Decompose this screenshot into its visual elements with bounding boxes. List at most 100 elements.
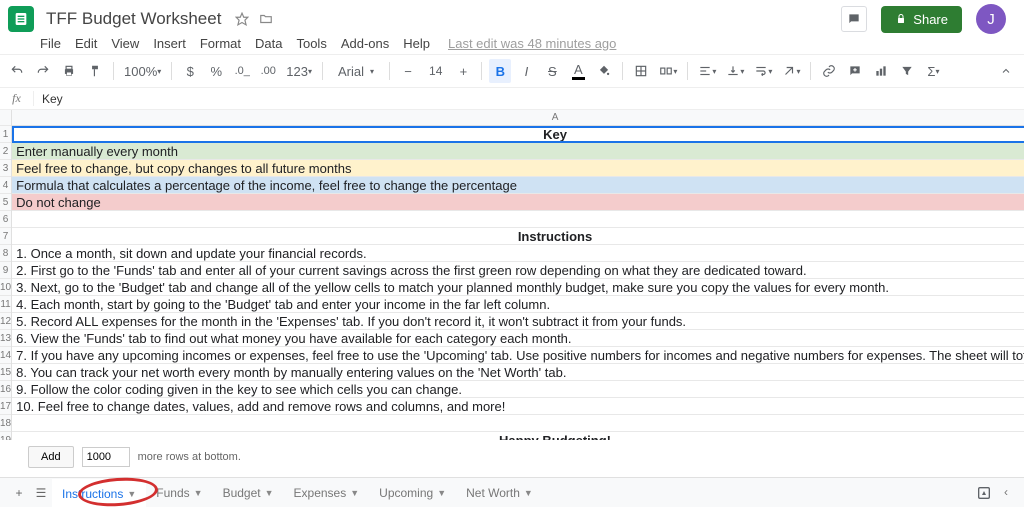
- sheet-tab-instructions[interactable]: Instructions▼: [52, 479, 146, 507]
- row-header[interactable]: 18: [0, 415, 11, 432]
- explore-button[interactable]: [976, 485, 992, 501]
- sheet-tab-budget[interactable]: Budget▼: [213, 479, 284, 507]
- functions-button[interactable]: Σ▾: [922, 59, 944, 83]
- row-header[interactable]: 5: [0, 194, 11, 211]
- row-header[interactable]: 16: [0, 381, 11, 398]
- row-header[interactable]: 7: [0, 228, 11, 245]
- sheet-tab-upcoming[interactable]: Upcoming▼: [369, 479, 456, 507]
- horizontal-align-button[interactable]: ▾: [695, 59, 719, 83]
- number-format-select[interactable]: 123▾: [283, 59, 315, 83]
- font-size-decrease[interactable]: −: [397, 59, 419, 83]
- menu-view[interactable]: View: [111, 36, 139, 51]
- sheet-tab-expenses[interactable]: Expenses▼: [284, 479, 370, 507]
- increase-decimal-button[interactable]: .00: [257, 59, 279, 83]
- cell[interactable]: 9. Follow the color coding given in the …: [12, 381, 1024, 398]
- cell[interactable]: [12, 211, 1024, 228]
- fill-color-button[interactable]: [593, 59, 615, 83]
- sheets-logo[interactable]: [8, 6, 34, 32]
- paint-format-button[interactable]: [84, 59, 106, 83]
- font-size-input[interactable]: 14: [423, 59, 448, 83]
- cell[interactable]: Enter manually every month: [12, 143, 1024, 160]
- menu-edit[interactable]: Edit: [75, 36, 97, 51]
- star-icon[interactable]: [235, 12, 249, 26]
- cell[interactable]: Feel free to change, but copy changes to…: [12, 160, 1024, 177]
- font-size-increase[interactable]: +: [452, 59, 474, 83]
- cell[interactable]: 2. First go to the 'Funds' tab and enter…: [12, 262, 1024, 279]
- comments-button[interactable]: [841, 6, 867, 32]
- row-header[interactable]: 10: [0, 279, 11, 296]
- insert-link-button[interactable]: [818, 59, 840, 83]
- undo-button[interactable]: [6, 59, 28, 83]
- toolbar-overflow-button[interactable]: [996, 59, 1018, 83]
- cell[interactable]: Key: [12, 126, 1024, 143]
- insert-comment-button[interactable]: [844, 59, 866, 83]
- cell[interactable]: [12, 415, 1024, 432]
- print-button[interactable]: [58, 59, 80, 83]
- menu-add-ons[interactable]: Add-ons: [341, 36, 389, 51]
- all-sheets-button[interactable]: ☰: [30, 486, 52, 500]
- decrease-decimal-button[interactable]: .0_: [231, 59, 253, 83]
- insert-chart-button[interactable]: [870, 59, 892, 83]
- cell[interactable]: Do not change: [12, 194, 1024, 211]
- row-header[interactable]: 3: [0, 160, 11, 177]
- zoom-select[interactable]: 100% ▾: [121, 59, 164, 83]
- text-wrap-button[interactable]: ▾: [751, 59, 775, 83]
- cell[interactable]: Happy Budgeting!: [12, 432, 1024, 440]
- bold-button[interactable]: B: [489, 59, 511, 83]
- row-header[interactable]: 13: [0, 330, 11, 347]
- strikethrough-button[interactable]: S: [541, 59, 563, 83]
- row-header[interactable]: 12: [0, 313, 11, 330]
- row-header[interactable]: 9: [0, 262, 11, 279]
- account-avatar[interactable]: J: [976, 4, 1006, 34]
- menu-file[interactable]: File: [40, 36, 61, 51]
- share-button[interactable]: Share: [881, 6, 962, 33]
- add-sheet-button[interactable]: +: [8, 486, 30, 500]
- add-rows-count-input[interactable]: [82, 447, 130, 467]
- currency-button[interactable]: $: [179, 59, 201, 83]
- cell[interactable]: 4. Each month, start by going to the 'Bu…: [12, 296, 1024, 313]
- row-header[interactable]: 17: [0, 398, 11, 415]
- cell[interactable]: 1. Once a month, sit down and update you…: [12, 245, 1024, 262]
- vertical-align-button[interactable]: ▾: [723, 59, 747, 83]
- row-header[interactable]: 19: [0, 432, 11, 440]
- menu-tools[interactable]: Tools: [296, 36, 326, 51]
- tabs-scroll-left-button[interactable]: ‹: [1004, 485, 1008, 501]
- cell[interactable]: 8. You can track your net worth every mo…: [12, 364, 1024, 381]
- row-header[interactable]: 15: [0, 364, 11, 381]
- cell[interactable]: 6. View the 'Funds' tab to find out what…: [12, 330, 1024, 347]
- row-header[interactable]: 11: [0, 296, 11, 313]
- cell[interactable]: 5. Record ALL expenses for the month in …: [12, 313, 1024, 330]
- cell[interactable]: 7. If you have any upcoming incomes or e…: [12, 347, 1024, 364]
- menu-help[interactable]: Help: [403, 36, 430, 51]
- cell[interactable]: Instructions: [12, 228, 1024, 245]
- row-header[interactable]: 14: [0, 347, 11, 364]
- cell[interactable]: 3. Next, go to the 'Budget' tab and chan…: [12, 279, 1024, 296]
- row-header[interactable]: 2: [0, 143, 11, 160]
- document-title[interactable]: TFF Budget Worksheet: [42, 7, 225, 31]
- column-header-a[interactable]: A: [12, 110, 1024, 126]
- filter-button[interactable]: [896, 59, 918, 83]
- sheet-tab-funds[interactable]: Funds▼: [146, 479, 212, 507]
- font-family-select[interactable]: Arial ▾: [330, 59, 382, 83]
- menu-format[interactable]: Format: [200, 36, 241, 51]
- row-header[interactable]: 4: [0, 177, 11, 194]
- borders-button[interactable]: [630, 59, 652, 83]
- cell[interactable]: Formula that calculates a percentage of …: [12, 177, 1024, 194]
- italic-button[interactable]: I: [515, 59, 537, 83]
- menu-data[interactable]: Data: [255, 36, 282, 51]
- row-header[interactable]: 8: [0, 245, 11, 262]
- sheet-tab-net-worth[interactable]: Net Worth▼: [456, 479, 543, 507]
- last-edit-link[interactable]: Last edit was 48 minutes ago: [448, 36, 616, 51]
- percent-button[interactable]: %: [205, 59, 227, 83]
- cell[interactable]: 10. Feel free to change dates, values, a…: [12, 398, 1024, 415]
- merge-cells-button[interactable]: ▾: [656, 59, 680, 83]
- formula-bar-input[interactable]: Key: [34, 92, 63, 106]
- menu-insert[interactable]: Insert: [153, 36, 186, 51]
- text-rotation-button[interactable]: ▾: [779, 59, 803, 83]
- row-header[interactable]: 6: [0, 211, 11, 228]
- redo-button[interactable]: [32, 59, 54, 83]
- add-rows-button[interactable]: Add: [28, 446, 74, 468]
- move-folder-icon[interactable]: [259, 12, 273, 26]
- row-header[interactable]: 1: [0, 126, 11, 143]
- text-color-button[interactable]: A: [567, 59, 589, 83]
